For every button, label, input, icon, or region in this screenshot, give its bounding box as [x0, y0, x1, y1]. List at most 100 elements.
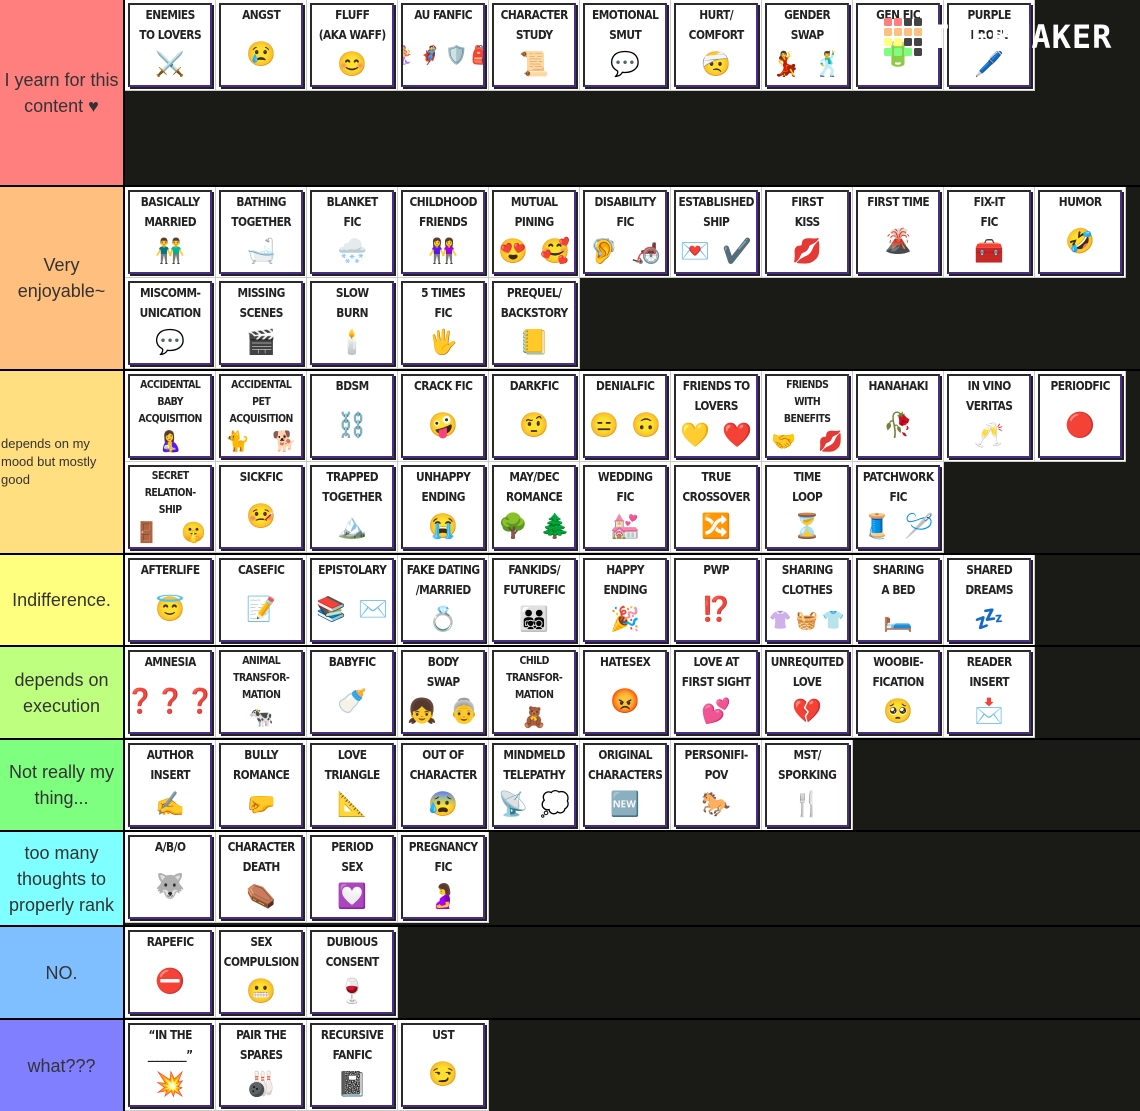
tier-item-tile[interactable]: “IN THE ________” 💥	[125, 1020, 216, 1111]
tier-item-tile[interactable]: SHARING A BED 🛏️	[853, 555, 944, 646]
tier-item-tile[interactable]: SICKFIC 🤒	[216, 462, 307, 553]
tier-item-tile[interactable]: PREQUEL/ BACKSTORY 📒	[489, 278, 580, 369]
tier-item-tile[interactable]: OUT OF CHARACTER 😰	[398, 740, 489, 831]
tier-item-tile[interactable]: MUTUAL PINING 😍 🥰	[489, 187, 580, 278]
trope-emoji-icon: 😏	[403, 1045, 483, 1105]
tier-item-tile[interactable]: ACCIDENTAL PET ACQUISITION 🐈 🐕	[216, 371, 307, 462]
tier-item-tile[interactable]: MINDMELD TELEPATHY 📡 💭	[489, 740, 580, 831]
tier-item-tile[interactable]: UNHAPPY ENDING 😭	[398, 462, 489, 553]
tier-item-tile[interactable]: UNREQUITED LOVE 💔	[762, 647, 853, 738]
tier-item-tile[interactable]: FRIENDS TO LOVERS 💛 ❤️	[671, 371, 762, 462]
tier-item-tile[interactable]: HUMOR 🤣	[1035, 187, 1126, 278]
tier-item-tile[interactable]: CASEFIC 📝	[216, 555, 307, 646]
trope-emoji-icon: 🐎	[676, 785, 756, 825]
tier-item-tile[interactable]: ESTABLISHED SHIP 💌 ✔️	[671, 187, 762, 278]
tier-item-tile[interactable]: HANAHAKI 🥀	[853, 371, 944, 462]
tier-item-tile[interactable]: FIX-IT FIC 🧰	[944, 187, 1035, 278]
tier-item-tile[interactable]: TRAPPED TOGETHER 🏔️	[307, 462, 398, 553]
tier-label[interactable]: depends on execution	[0, 647, 125, 738]
tier-item-tile[interactable]: RECURSIVE FANFIC 📓	[307, 1020, 398, 1111]
tier-item-tile[interactable]: AUTHOR INSERT ✍️	[125, 740, 216, 831]
trope-card: DISABILITY FIC 🦻 🦽	[583, 190, 667, 274]
tier-item-tile[interactable]: EPISTOLARY 📚 ✉️	[307, 555, 398, 646]
trope-title: LOVE AT FIRST SIGHT	[681, 654, 751, 689]
tier-item-tile[interactable]: FANKIDS/ FUTUREFIC 👨‍👨‍👧‍👦	[489, 555, 580, 646]
tier-item-tile[interactable]: 5 TIMES FIC 🖐️	[398, 278, 489, 369]
tier-item-tile[interactable]: FIRST KISS 💋	[762, 187, 853, 278]
tier-label[interactable]: too many thoughts to properly rank	[0, 832, 125, 925]
tier-item-tile[interactable]: HATESEX 😡	[580, 647, 671, 738]
tier-item-tile[interactable]: FAKE DATING /MARRIED 💍	[398, 555, 489, 646]
tier-label[interactable]: Very enjoyable~	[0, 187, 125, 369]
tier-item-tile[interactable]: BLANKET FIC 🌨️	[307, 187, 398, 278]
tier-item-tile[interactable]: BULLY ROMANCE 🤛	[216, 740, 307, 831]
trope-card: EPISTOLARY 📚 ✉️	[310, 558, 394, 642]
tier-item-tile[interactable]: FIRST TIME 🌋	[853, 187, 944, 278]
tier-item-tile[interactable]: AMNESIA ❓❓❓	[125, 647, 216, 738]
tier-item-tile[interactable]: PATCHWORK FIC 🧵 🪡	[853, 462, 944, 553]
tier-item-tile[interactable]: PWP ⁉️	[671, 555, 762, 646]
tier-item-tile[interactable]: CHILDHOOD FRIENDS 👭	[398, 187, 489, 278]
tier-item-tile[interactable]: A/B/O 🐺	[125, 832, 216, 923]
tier-item-tile[interactable]: PAIR THE SPARES 🎳	[216, 1020, 307, 1111]
tier-item-tile[interactable]: DENIALFIC 😑 🙃	[580, 371, 671, 462]
tier-item-tile[interactable]: SHARED DREAMS 💤	[944, 555, 1035, 646]
tier-label[interactable]: depends on my mood but mostly good	[0, 371, 125, 553]
tier-label[interactable]: I yearn for this content ♥	[0, 0, 125, 185]
trope-title: EMOTIONAL SMUT	[591, 7, 659, 42]
tier-item-tile[interactable]: ANGST 😢	[216, 0, 307, 91]
tier-item-tile[interactable]: READER INSERT 📩	[944, 647, 1035, 738]
tier-item-tile[interactable]: ACCIDENTAL BABY ACQUISITION 🤱	[125, 371, 216, 462]
tier-item-tile[interactable]: SLOW BURN 🕯️	[307, 278, 398, 369]
tier-item-tile[interactable]: HAPPY ENDING 🎉	[580, 555, 671, 646]
tier-item-tile[interactable]: DISABILITY FIC 🦻 🦽	[580, 187, 671, 278]
tier-item-tile[interactable]: PREGNANCY FIC 🤰	[398, 832, 489, 923]
tier-item-tile[interactable]: SHARING CLOTHES 👚 🧺 👕	[762, 555, 853, 646]
tier-label[interactable]: what???	[0, 1020, 125, 1111]
tier-item-tile[interactable]: AFTERLIFE 😇	[125, 555, 216, 646]
tier-item-tile[interactable]: FLUFF (AKA WAFF) 😊	[307, 0, 398, 91]
tier-item-tile[interactable]: BDSM ⛓️	[307, 371, 398, 462]
tier-item-tile[interactable]: BABYFIC 🍼	[307, 647, 398, 738]
tier-item-tile[interactable]: UST 😏	[398, 1020, 489, 1111]
tier-item-tile[interactable]: CHILD TRANSFOR- MATION 🧸	[489, 647, 580, 738]
tier-item-tile[interactable]: DARKFIC 🤨	[489, 371, 580, 462]
tier-item-tile[interactable]: SEX COMPULSION 😬	[216, 927, 307, 1018]
tier-item-tile[interactable]: LOVE AT FIRST SIGHT 💕	[671, 647, 762, 738]
tier-item-tile[interactable]: PERIOD SEX 💟	[307, 832, 398, 923]
tier-item-tile[interactable]: MST/ SPORKING 🍴	[762, 740, 853, 831]
tier-item-tile[interactable]: TIME LOOP ⏳	[762, 462, 853, 553]
tier-label[interactable]: NO.	[0, 927, 125, 1018]
tier-item-tile[interactable]: MAY/DEC ROMANCE 🌳 🌲	[489, 462, 580, 553]
tier-item-tile[interactable]: ENEMIES TO LOVERS ⚔️	[125, 0, 216, 91]
tier-item-tile[interactable]: MISSING SCENES 🎬	[216, 278, 307, 369]
tier-item-tile[interactable]: EMOTIONAL SMUT 💬	[580, 0, 671, 91]
tier-item-tile[interactable]: ANIMAL TRANSFOR- MATION 🐄	[216, 647, 307, 738]
tier-item-tile[interactable]: BODY SWAP 👧 👵	[398, 647, 489, 738]
tier-label[interactable]: Indifference.	[0, 555, 125, 645]
tier-row: Not really my thing... AUTHOR INSERT ✍️ BUL…	[0, 738, 1140, 831]
tier-item-tile[interactable]: PERSONIFI- POV 🐎	[671, 740, 762, 831]
tier-item-tile[interactable]: BASICALLY MARRIED 👬	[125, 187, 216, 278]
tier-item-tile[interactable]: LOVE TRIANGLE 📐	[307, 740, 398, 831]
tier-item-tile[interactable]: DUBIOUS CONSENT 🍷	[307, 927, 398, 1018]
tier-item-tile[interactable]: IN VINO VERITAS 🥂	[944, 371, 1035, 462]
tier-item-tile[interactable]: WEDDING FIC 💒	[580, 462, 671, 553]
tier-item-tile[interactable]: MISCOMM- UNICATION 💬	[125, 278, 216, 369]
tier-item-tile[interactable]: CHARACTER STUDY 📜	[489, 0, 580, 91]
tier-item-tile[interactable]: ORIGINAL CHARACTERS 🆕	[580, 740, 671, 831]
tier-item-tile[interactable]: RAPEFIC ⛔	[125, 927, 216, 1018]
tier-item-tile[interactable]: SECRET RELATION- SHIP 🚪 🤫	[125, 462, 216, 553]
tier-item-tile[interactable]: GENDER SWAP 💃 🕺	[762, 0, 853, 91]
tier-item-tile[interactable]: CHARACTER DEATH ⚰️	[216, 832, 307, 923]
tiermaker-logo[interactable]: TiERMAKER	[884, 18, 1112, 56]
tier-label[interactable]: Not really my thing...	[0, 740, 125, 830]
tier-item-tile[interactable]: WOOBIE- FICATION 🥺	[853, 647, 944, 738]
tier-item-tile[interactable]: BATHING TOGETHER 🛁	[216, 187, 307, 278]
tier-item-tile[interactable]: CRACK FIC 🤪	[398, 371, 489, 462]
tier-item-tile[interactable]: FRIENDS WITH BENEFITS 🤝 💋	[762, 371, 853, 462]
tier-item-tile[interactable]: AU FANFIC 🧜‍♀️🦸🛡️🎒	[398, 0, 489, 91]
tier-item-tile[interactable]: PERIODFIC 🔴	[1035, 371, 1126, 462]
tier-item-tile[interactable]: TRUE CROSSOVER 🔀	[671, 462, 762, 553]
tier-item-tile[interactable]: HURT/ COMFORT 🤕	[671, 0, 762, 91]
